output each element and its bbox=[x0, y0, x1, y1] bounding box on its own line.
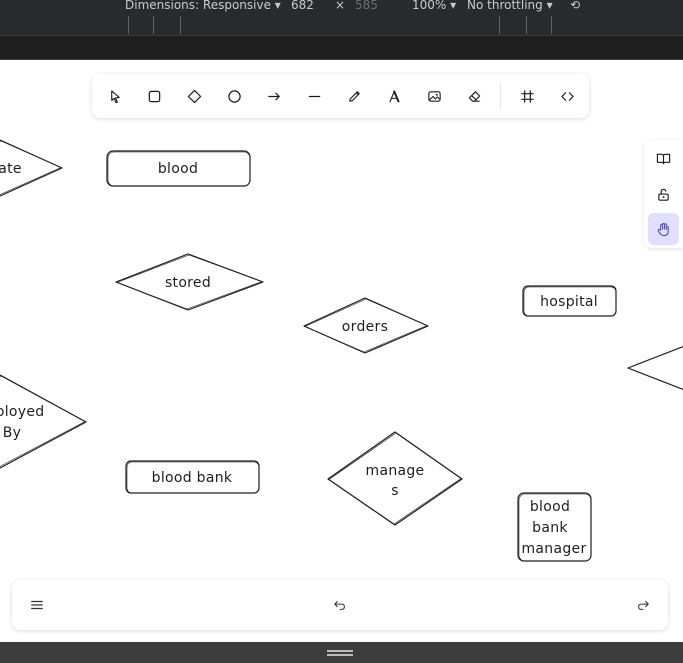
line-tool[interactable] bbox=[300, 82, 328, 110]
label-manager-line1: blood bbox=[530, 499, 570, 515]
label-employed-line1: ployed bbox=[0, 404, 44, 420]
library-button[interactable] bbox=[648, 142, 679, 174]
ellipse-tool[interactable] bbox=[220, 82, 248, 110]
hand-icon bbox=[657, 222, 669, 236]
redo-button[interactable] bbox=[631, 593, 655, 617]
relationship-partial-right bbox=[627, 345, 683, 391]
eraser-icon bbox=[468, 90, 480, 102]
zoom-dropdown[interactable]: 100% ▾ bbox=[412, 0, 456, 12]
times-sign: × bbox=[335, 0, 346, 12]
label-manages-line1: manage bbox=[366, 463, 425, 479]
label-partial-top: ate bbox=[0, 161, 22, 177]
label-hospital: hospital bbox=[540, 294, 598, 310]
shapes-toolbar bbox=[92, 74, 589, 118]
devtools-resize-bar bbox=[0, 642, 683, 663]
main-menu-button[interactable] bbox=[25, 593, 49, 617]
label-blood-bank: blood bank bbox=[152, 470, 233, 486]
code-icon bbox=[560, 91, 574, 101]
label-manager-line3: manager bbox=[521, 541, 586, 557]
pencil-icon bbox=[348, 90, 360, 102]
label-manager-line2: bank bbox=[532, 520, 568, 536]
frame-icon bbox=[520, 89, 534, 103]
diagram-scene: ate blood stored orders hospital ployed … bbox=[0, 139, 683, 562]
unlock-icon bbox=[658, 188, 669, 201]
line-icon bbox=[308, 95, 320, 97]
undo-button[interactable] bbox=[328, 593, 352, 617]
ruler-strip bbox=[0, 36, 683, 60]
dimensions-label: Dimensions: Responsive bbox=[125, 0, 271, 12]
image-tool[interactable] bbox=[420, 82, 448, 110]
dimensions-dropdown[interactable]: Dimensions: Responsive ▾ bbox=[125, 0, 281, 12]
hand-tool-button[interactable] bbox=[648, 213, 679, 245]
undo-icon bbox=[334, 600, 345, 610]
label-manages-line2: s bbox=[391, 483, 399, 499]
text-tool[interactable] bbox=[380, 82, 408, 110]
diamond-tool[interactable] bbox=[180, 82, 208, 110]
draw-tool[interactable] bbox=[340, 82, 368, 110]
eraser-tool[interactable] bbox=[460, 82, 488, 110]
relationship-employed-by bbox=[0, 374, 87, 469]
drawing-canvas[interactable]: ate blood stored orders hospital ployed … bbox=[0, 60, 683, 642]
redo-icon bbox=[638, 600, 649, 610]
text-icon bbox=[388, 89, 400, 102]
toolbar-separator bbox=[500, 84, 501, 108]
label-stored: stored bbox=[165, 275, 211, 291]
rotate-icon[interactable]: ⟲ bbox=[570, 0, 580, 12]
frame-tool[interactable] bbox=[513, 82, 541, 110]
arrow-tool[interactable] bbox=[260, 82, 288, 110]
zoom-label: 100% bbox=[412, 0, 447, 12]
label-employed-line2: By bbox=[3, 425, 22, 441]
resize-grip-icon[interactable] bbox=[327, 650, 353, 656]
circle-icon bbox=[227, 89, 241, 103]
label-orders: orders bbox=[342, 319, 388, 335]
arrow-right-icon bbox=[267, 92, 280, 100]
book-icon bbox=[656, 153, 671, 164]
label-blood: blood bbox=[158, 161, 198, 177]
selection-tool[interactable] bbox=[101, 82, 129, 110]
footer-bar bbox=[12, 580, 668, 630]
rectangle-tool[interactable] bbox=[140, 82, 168, 110]
lock-button[interactable] bbox=[648, 178, 679, 210]
throttling-dropdown[interactable]: No throttling ▾ bbox=[467, 0, 553, 12]
side-panel bbox=[644, 140, 683, 248]
embed-tool[interactable] bbox=[553, 82, 581, 110]
width-input[interactable]: 682 bbox=[291, 0, 314, 12]
image-icon bbox=[427, 90, 441, 102]
diamond-icon bbox=[187, 89, 201, 103]
media-query-ruler bbox=[0, 14, 683, 36]
devtools-device-toolbar: Dimensions: Responsive ▾ 682 × 585 100% … bbox=[0, 0, 683, 14]
square-icon bbox=[148, 90, 160, 102]
pointer-icon bbox=[110, 89, 120, 103]
height-input[interactable]: 585 bbox=[355, 0, 378, 12]
throttling-label: No throttling bbox=[467, 0, 543, 12]
hamburger-icon bbox=[31, 600, 43, 610]
